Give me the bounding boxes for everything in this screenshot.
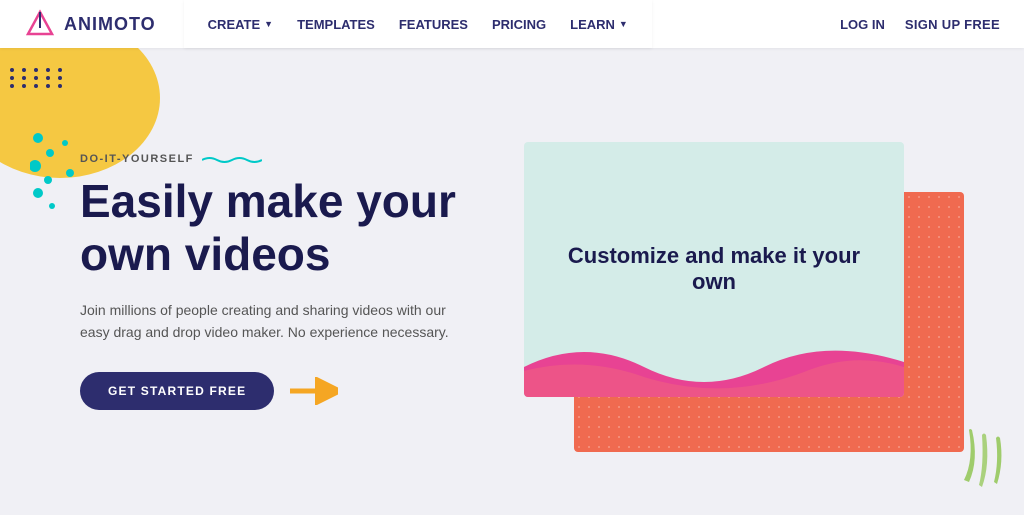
nav-right: LOG IN SIGN UP FREE	[840, 17, 1000, 32]
nav-create[interactable]: CREATE ▼	[208, 17, 273, 32]
cta-row: GET STARTED FREE	[80, 372, 460, 410]
nav-features[interactable]: FEATURES	[399, 17, 468, 32]
nav-templates[interactable]: TEMPLATES	[297, 17, 375, 32]
signup-button[interactable]: SIGN UP FREE	[905, 17, 1000, 32]
deco-cyan-dots	[30, 128, 80, 223]
chevron-down-icon: ▼	[619, 19, 628, 29]
navbar: ANIMOTO CREATE ▼ TEMPLATES FEATURES PRIC…	[0, 0, 1024, 48]
hero-label: DO-IT-YOURSELF	[80, 153, 460, 165]
chevron-down-icon: ▼	[264, 19, 273, 29]
hero-left: DO-IT-YOURSELF Easily make your own vide…	[80, 153, 460, 410]
get-started-button[interactable]: GET STARTED FREE	[80, 372, 274, 410]
card-wave-svg	[524, 317, 904, 397]
hero-section: DO-IT-YOURSELF Easily make your own vide…	[0, 48, 1024, 515]
card-main: Customize and make it your own	[524, 142, 904, 397]
login-button[interactable]: LOG IN	[840, 17, 885, 32]
nav-pricing[interactable]: PRICING	[492, 17, 546, 32]
logo[interactable]: ANIMOTO	[24, 8, 156, 40]
deco-dots-grid	[10, 68, 66, 88]
hero-card: Customize and make it your own	[524, 142, 944, 442]
nav-left: ANIMOTO CREATE ▼ TEMPLATES FEATURES PRIC…	[24, 0, 652, 48]
nav-learn[interactable]: LEARN ▼	[570, 17, 628, 32]
nav-links: CREATE ▼ TEMPLATES FEATURES PRICING LEAR…	[184, 0, 652, 48]
hero-description: Join millions of people creating and sha…	[80, 299, 460, 344]
logo-text: ANIMOTO	[64, 14, 156, 35]
hero-title: Easily make your own videos	[80, 175, 460, 281]
arrow-icon	[290, 375, 338, 407]
wavy-decoration	[202, 155, 262, 163]
card-text: Customize and make it your own	[524, 243, 904, 295]
